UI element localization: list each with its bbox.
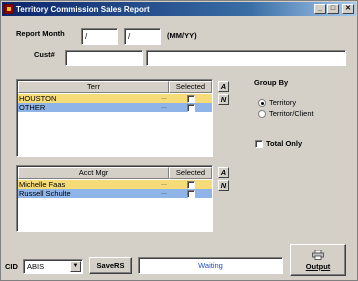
total-only-option[interactable]: Total Only <box>255 139 302 148</box>
total-only-label: Total Only <box>266 139 303 148</box>
cust-name-input[interactable] <box>146 50 346 66</box>
terr-select-all-button[interactable]: A <box>218 81 229 92</box>
acct-mgr-column-header[interactable]: Acct Mgr <box>18 167 169 179</box>
terr-other-checkbox[interactable] <box>186 103 195 112</box>
minimize-button[interactable]: _ <box>314 4 326 14</box>
territory-grid[interactable]: Terr Selected HOUSTON... OTHER... <box>16 79 213 157</box>
acct-select-none-button[interactable]: N <box>218 180 229 191</box>
app-icon <box>4 4 14 14</box>
terr-selected-column-header[interactable]: Selected <box>169 81 212 93</box>
cust-number-input[interactable] <box>65 50 143 66</box>
report-month-label: Report Month <box>16 29 65 38</box>
output-label: Output <box>305 262 331 271</box>
terr-name: HOUSTON <box>19 94 57 103</box>
terr-column-header[interactable]: Terr <box>18 81 169 93</box>
terr-row-dots: ... <box>161 103 167 110</box>
terr-row-houston[interactable]: HOUSTON... <box>18 94 212 103</box>
terr-select-none-button[interactable]: N <box>218 94 229 105</box>
territory-radio[interactable] <box>258 98 266 107</box>
acct-row-dots: ... <box>161 189 167 196</box>
cid-label: CID <box>5 262 18 271</box>
window-title: Territory Commission Sales Report <box>16 4 150 14</box>
terr-name: OTHER <box>19 103 46 112</box>
title-bar[interactable]: Territory Commission Sales Report _ □ ✕ <box>2 2 356 16</box>
savers-button[interactable]: SaveRS <box>89 257 132 274</box>
date-format-hint: (MM/YY) <box>167 31 197 40</box>
terr-houston-checkbox[interactable] <box>186 94 195 103</box>
output-button[interactable]: Output <box>290 244 346 276</box>
printer-icon <box>312 250 324 260</box>
acct-row-russell-schulte[interactable]: Russell Schulte... <box>18 189 212 198</box>
maximize-button[interactable]: □ <box>327 4 339 14</box>
acct-mgr-name: Michelle Faas <box>19 180 66 189</box>
territor-client-radio-label: Territor/Client <box>269 109 314 118</box>
acct-select-all-button[interactable]: A <box>218 167 229 178</box>
group-by-territory-option[interactable]: Territory <box>258 98 296 107</box>
month-input[interactable]: / <box>81 28 118 45</box>
close-button[interactable]: ✕ <box>342 4 354 14</box>
acct-selected-column-header[interactable]: Selected <box>169 167 212 179</box>
cid-select[interactable]: ABIS ▼ <box>23 259 83 274</box>
year-input[interactable]: / <box>124 28 161 45</box>
status-field: Waiting <box>138 257 283 274</box>
terr-row-other[interactable]: OTHER... <box>18 103 212 112</box>
group-by-label: Group By <box>254 78 289 87</box>
cid-value: ABIS <box>27 262 45 271</box>
terr-row-dots: ... <box>161 94 167 101</box>
report-window: Territory Commission Sales Report _ □ ✕ … <box>0 0 358 281</box>
acct-russell-schulte-checkbox[interactable] <box>186 189 195 198</box>
territory-radio-label: Territory <box>269 98 297 107</box>
acct-row-michelle-faas[interactable]: Michelle Faas... <box>18 180 212 189</box>
cust-label: Cust# <box>34 50 55 59</box>
acct-michelle-faas-checkbox[interactable] <box>186 180 195 189</box>
chevron-down-icon[interactable]: ▼ <box>70 261 81 272</box>
acct-mgr-grid[interactable]: Acct Mgr Selected Michelle Faas... Russe… <box>16 165 213 232</box>
territor-client-radio[interactable] <box>258 109 266 118</box>
group-by-territor-client-option[interactable]: Territor/Client <box>258 109 314 118</box>
total-only-checkbox[interactable] <box>255 139 263 148</box>
acct-row-dots: ... <box>161 180 167 187</box>
acct-mgr-name: Russell Schulte <box>19 189 71 198</box>
